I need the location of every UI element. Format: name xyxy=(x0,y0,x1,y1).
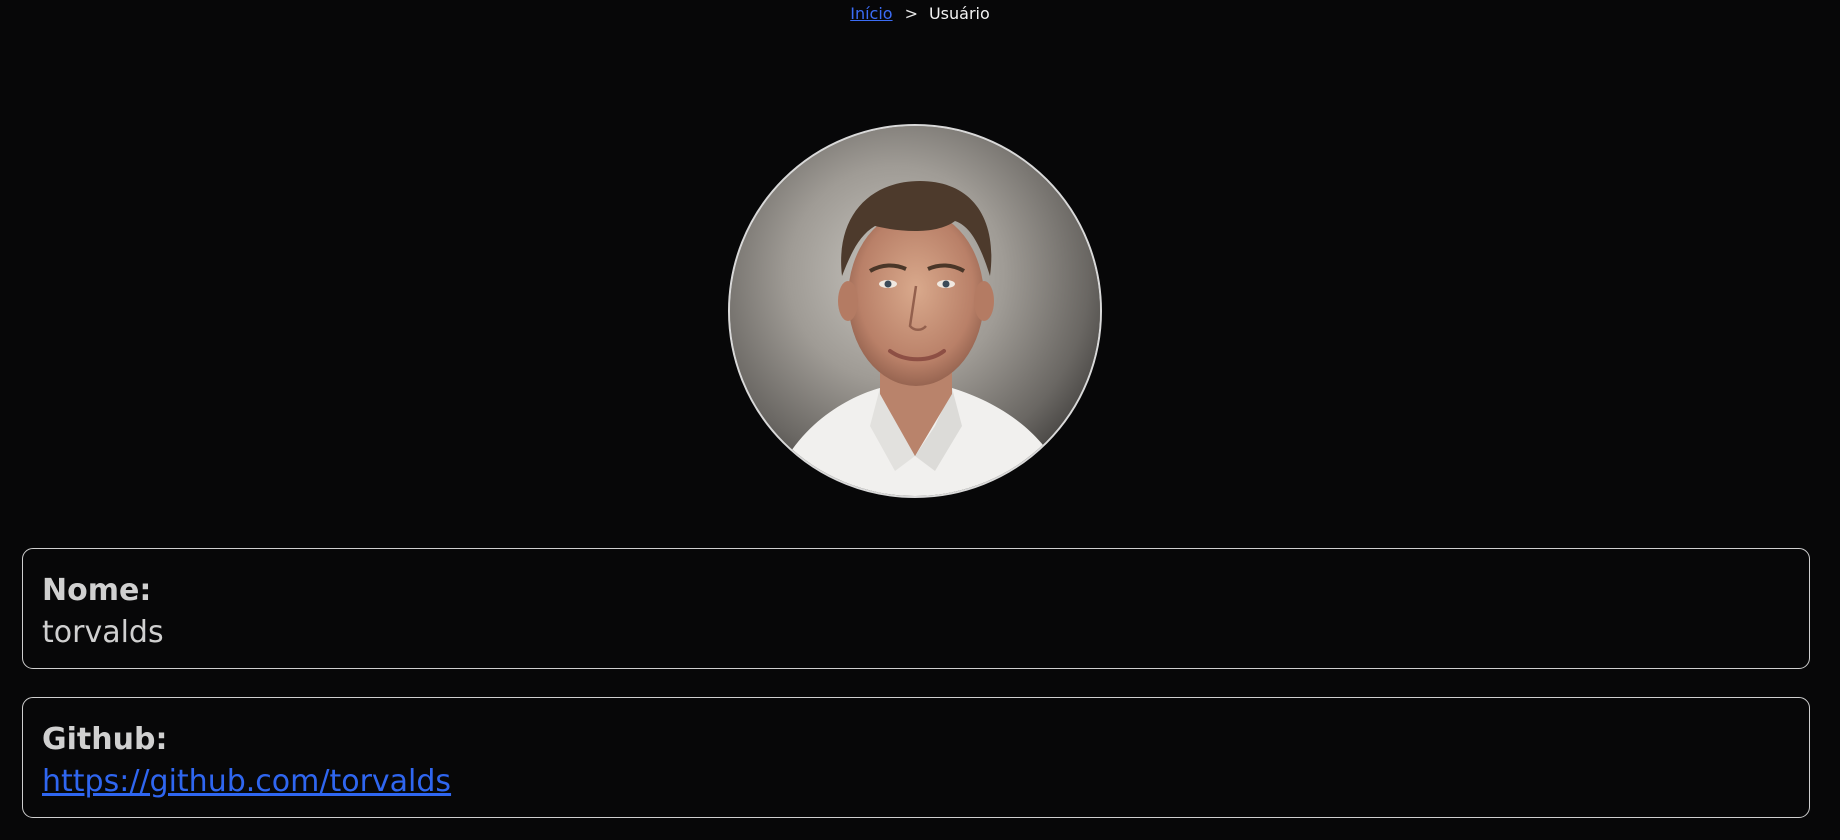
name-value: torvalds xyxy=(42,615,164,650)
name-card: Nome: torvalds xyxy=(22,548,1810,669)
avatar xyxy=(728,124,1102,498)
github-label: Github: xyxy=(42,722,168,757)
breadcrumb-current: Usuário xyxy=(928,4,990,23)
user-avatar-photo-icon xyxy=(730,126,1100,496)
github-card: Github: https://github.com/torvalds xyxy=(22,697,1810,818)
breadcrumb-home-link[interactable]: Início xyxy=(850,4,892,23)
github-link[interactable]: https://github.com/torvalds xyxy=(42,760,451,804)
user-profile-page: Início > Usuário Nome: torvalds Github: … xyxy=(0,0,1840,840)
name-label: Nome: xyxy=(42,573,152,608)
breadcrumb-separator: > xyxy=(904,4,918,23)
breadcrumb: Início > Usuário xyxy=(0,4,1840,24)
